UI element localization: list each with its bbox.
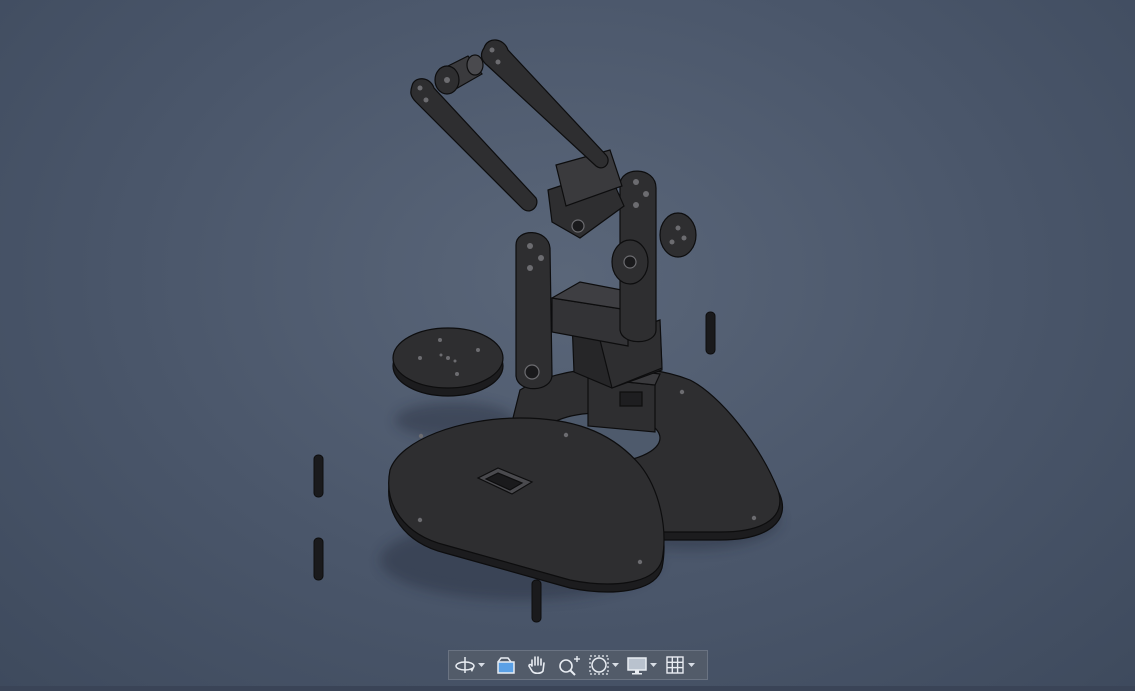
model-scene[interactable] <box>0 0 1135 691</box>
grid-icon[interactable] <box>663 652 687 678</box>
upper-arm-link-left[interactable] <box>515 232 553 390</box>
navigation-toolbar <box>448 650 708 680</box>
display-dropdown-chevron-icon[interactable] <box>649 652 657 678</box>
turntable-disc[interactable] <box>392 327 504 397</box>
forearm-link-lower[interactable] <box>410 78 538 212</box>
elbow-servo[interactable] <box>547 149 625 239</box>
fit-dropdown-chevron-icon[interactable] <box>611 652 619 678</box>
pan-hand-icon[interactable] <box>521 652 553 678</box>
spacer-cylinder[interactable] <box>434 54 484 95</box>
viewport-bottom-border <box>0 686 1135 691</box>
fit-window-icon[interactable] <box>587 652 611 678</box>
grid-dropdown-chevron-icon[interactable] <box>687 652 695 678</box>
orbit-icon[interactable] <box>453 652 477 678</box>
3d-viewport[interactable] <box>0 0 1135 691</box>
look-at-icon[interactable] <box>491 652 521 678</box>
zoom-icon[interactable] <box>553 652 585 678</box>
forearm-link-upper[interactable] <box>480 39 609 169</box>
display-settings-icon[interactable] <box>625 652 649 678</box>
orbit-dropdown-chevron-icon[interactable] <box>477 652 485 678</box>
